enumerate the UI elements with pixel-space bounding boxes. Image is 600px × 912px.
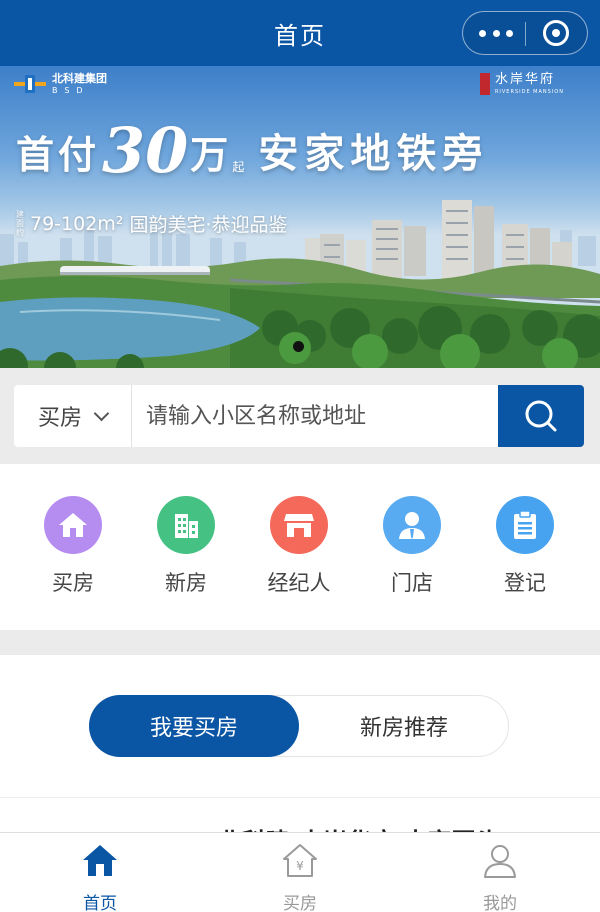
menu-item-store[interactable]: 门店	[356, 496, 468, 597]
banner-subline: 建面约 79-102m² 国韵美宅·恭迎品鉴	[16, 210, 287, 237]
headline-unit: 万	[190, 132, 231, 177]
segment-control: 我要买房 新房推荐	[89, 695, 509, 757]
tabbar-item-mine[interactable]: 我的	[400, 833, 600, 912]
banner-slogan: 国韵美宅·恭迎品鉴	[129, 214, 288, 236]
search-bar: 买房	[14, 385, 584, 447]
building-icon	[157, 496, 215, 554]
menu-item-label: 新房	[165, 571, 207, 595]
headline-number: 30	[102, 114, 189, 187]
menu-item-register[interactable]: 登记	[469, 496, 581, 597]
chevron-down-icon	[93, 405, 110, 421]
quick-menu: 买房 新房 经纪人 门店 登记	[0, 464, 600, 630]
headline-qi: 起	[232, 160, 245, 174]
bottom-tab-bar: 首页 ¥ 买房 我的	[0, 832, 600, 912]
project-name: 水岸华府	[494, 72, 555, 87]
category-dropdown[interactable]: 买房	[14, 385, 132, 447]
developer-logo: 北科建集团 BSD	[14, 73, 107, 95]
search-input[interactable]	[146, 385, 506, 447]
tab-buy-house[interactable]: 我要买房	[89, 695, 299, 757]
developer-name: 北科建集团	[52, 72, 107, 85]
close-miniprogram-icon[interactable]	[543, 20, 569, 46]
home-icon	[44, 496, 102, 554]
menu-item-label: 买房	[52, 571, 94, 595]
search-section: 买房	[0, 368, 600, 464]
menu-item-agent[interactable]: 经纪人	[243, 496, 355, 597]
capsule-divider	[525, 22, 526, 46]
bsd-logo-icon	[14, 75, 46, 93]
house-yuan-icon: ¥	[283, 844, 317, 877]
search-icon	[525, 400, 557, 432]
menu-item-buy[interactable]: 买房	[17, 496, 129, 597]
home-icon	[83, 845, 117, 876]
developer-abbr: BSD	[52, 86, 90, 95]
menu-item-label: 门店	[391, 571, 433, 595]
carousel-indicator-dot[interactable]	[293, 341, 304, 352]
agent-icon	[383, 496, 441, 554]
tabbar-item-buy[interactable]: ¥ 买房	[200, 833, 400, 912]
headline-suffix: 安家地铁旁	[258, 130, 489, 177]
tabbar-item-home[interactable]: 首页	[0, 833, 200, 912]
tabbar-label: 我的	[483, 894, 517, 912]
banner-headline: 首付 30 万 起 安家地铁旁	[16, 114, 489, 187]
store-icon	[270, 496, 328, 554]
menu-item-label: 登记	[504, 571, 546, 595]
miniprogram-capsule	[462, 11, 588, 55]
svg-text:¥: ¥	[296, 859, 304, 873]
project-name-en: RIVERSIDE MANSION	[494, 89, 564, 95]
headline-prefix: 首付	[16, 132, 101, 177]
tab-new-house-recommend[interactable]: 新房推荐	[299, 695, 509, 757]
more-icon[interactable]	[479, 12, 513, 54]
clipboard-icon	[496, 496, 554, 554]
navigation-bar: 首页	[0, 0, 600, 66]
list-item[interactable]: 北科建·水岸华府 大家园头79	[0, 797, 600, 837]
promo-banner[interactable]: 北科建集团 BSD 水岸华府 RIVERSIDE MANSION 首付 30 万…	[0, 66, 600, 368]
project-logo: 水岸华府 RIVERSIDE MANSION	[479, 72, 564, 95]
search-button[interactable]	[498, 385, 584, 447]
menu-item-new-house[interactable]: 新房	[130, 496, 242, 597]
user-icon	[484, 845, 516, 878]
tabbar-label: 首页	[83, 894, 117, 912]
tabbar-label: 买房	[283, 894, 317, 912]
area-range: 79-102m²	[30, 212, 124, 235]
seal-icon	[479, 73, 490, 95]
menu-item-label: 经纪人	[267, 571, 331, 595]
category-label: 买房	[37, 406, 82, 431]
listing-tabs-section: 我要买房 新房推荐	[0, 655, 600, 797]
area-tag: 建面约	[16, 210, 24, 237]
